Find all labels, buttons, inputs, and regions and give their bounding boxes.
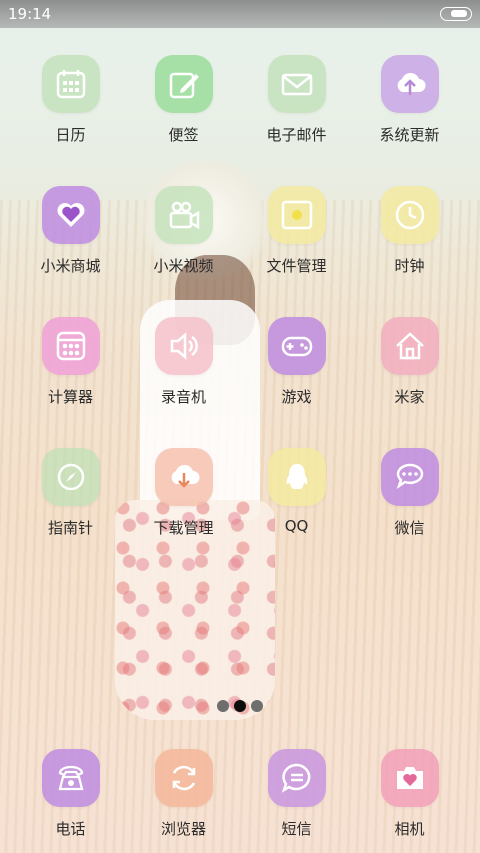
page-indicator[interactable]	[0, 700, 480, 712]
compass-icon	[41, 448, 100, 506]
chat-bubble-icon	[380, 448, 439, 506]
app-row: 日历 便签 电子邮件 系统更新	[14, 55, 466, 186]
app-row: 小米商城 小米视频 文件管理 时钟	[14, 186, 466, 317]
qq-penguin-icon	[267, 448, 326, 506]
app-wechat[interactable]: 微信	[353, 448, 466, 579]
app-label: 电子邮件	[266, 126, 327, 144]
app-label: 指南针	[47, 519, 93, 537]
app-file-manager[interactable]: 文件管理	[240, 186, 353, 317]
app-email[interactable]: 电子邮件	[240, 55, 353, 186]
app-browser[interactable]: 浏览器	[127, 749, 240, 839]
app-mi-home[interactable]: 米家	[353, 317, 466, 448]
app-notes[interactable]: 便签	[127, 55, 240, 186]
app-label: 系统更新	[379, 126, 440, 144]
page-dot-current[interactable]	[234, 700, 246, 712]
app-calculator[interactable]: 计算器	[14, 317, 127, 448]
video-camera-icon	[154, 186, 213, 244]
app-qq[interactable]: QQ	[240, 448, 353, 579]
battery-icon	[440, 7, 472, 21]
folder-icon	[267, 186, 326, 244]
app-label: 录音机	[160, 388, 206, 406]
app-label: 游戏	[281, 388, 312, 406]
app-mi-video[interactable]: 小米视频	[127, 186, 240, 317]
app-row: 计算器 录音机 游戏 米家	[14, 317, 466, 448]
app-label: 小米商城	[40, 257, 101, 275]
app-calendar[interactable]: 日历	[14, 55, 127, 186]
app-label: 短信	[281, 820, 312, 838]
mail-icon	[267, 55, 326, 113]
app-mi-store[interactable]: 小米商城	[14, 186, 127, 317]
calculator-icon	[41, 317, 100, 375]
calendar-icon	[41, 55, 100, 113]
app-label: 下载管理	[153, 519, 214, 537]
download-icon	[154, 448, 213, 506]
page-dot[interactable]	[217, 700, 229, 712]
app-recorder[interactable]: 录音机	[127, 317, 240, 448]
status-bar: 19:14	[0, 0, 480, 28]
refresh-icon	[154, 749, 213, 807]
app-system-update[interactable]: 系统更新	[353, 55, 466, 186]
app-label: 小米视频	[153, 257, 214, 275]
app-download-manager[interactable]: 下载管理	[127, 448, 240, 579]
app-messages[interactable]: 短信	[240, 749, 353, 839]
message-icon	[267, 749, 326, 807]
speaker-icon	[154, 317, 213, 375]
app-phone[interactable]: 电话	[14, 749, 127, 839]
clock-icon	[380, 186, 439, 244]
phone-icon	[41, 749, 100, 807]
app-label: QQ	[284, 517, 309, 535]
app-label: 电话	[55, 820, 86, 838]
status-time: 19:14	[8, 5, 52, 23]
app-label: 浏览器	[160, 820, 206, 838]
cloud-upload-icon	[380, 55, 439, 113]
app-label: 米家	[394, 388, 425, 406]
app-label: 文件管理	[266, 257, 327, 275]
dock: 电话 浏览器 短信 相机	[14, 749, 466, 839]
app-label: 计算器	[47, 388, 93, 406]
note-edit-icon	[154, 55, 213, 113]
home-icon	[380, 317, 439, 375]
app-clock[interactable]: 时钟	[353, 186, 466, 317]
heart-icon	[41, 186, 100, 244]
camera-heart-icon	[380, 749, 439, 807]
app-label: 便签	[168, 126, 199, 144]
app-label: 时钟	[394, 257, 425, 275]
page-dot[interactable]	[251, 700, 263, 712]
app-label: 日历	[55, 126, 86, 144]
app-camera[interactable]: 相机	[353, 749, 466, 839]
app-label: 微信	[394, 519, 425, 537]
app-row: 指南针 下载管理 QQ 微信	[14, 448, 466, 579]
app-label: 相机	[394, 820, 425, 838]
app-games[interactable]: 游戏	[240, 317, 353, 448]
app-grid: 日历 便签 电子邮件 系统更新 小米商城 小米视频 文件管理 时钟 计算器 录音…	[14, 55, 466, 579]
gamepad-icon	[267, 317, 326, 375]
app-compass[interactable]: 指南针	[14, 448, 127, 579]
